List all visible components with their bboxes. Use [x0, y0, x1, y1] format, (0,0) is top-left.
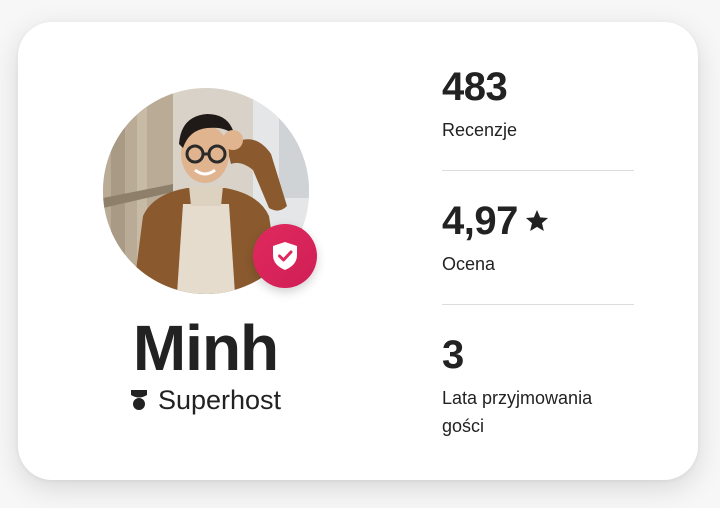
shield-check-icon	[271, 241, 299, 271]
years-value: 3	[442, 333, 464, 377]
verified-badge	[253, 224, 317, 288]
rating-label: Ocena	[442, 254, 496, 274]
superhost-icon	[130, 389, 148, 411]
host-name: Minh	[132, 312, 279, 384]
stat-years-hosting[interactable]: 3 Lata przyjmowania gości	[442, 332, 634, 440]
divider	[442, 170, 634, 171]
stat-rating[interactable]: 4,97 Ocena	[442, 198, 634, 278]
host-profile-card: Minh Superhost 483 Recenzje 4,97 Ocena 3…	[18, 22, 698, 480]
rating-row: 4,97	[442, 198, 634, 244]
host-identity: Minh Superhost	[18, 22, 398, 480]
rating-value: 4,97	[442, 199, 518, 243]
superhost-badge: Superhost	[18, 384, 393, 416]
star-icon	[524, 208, 550, 234]
reviews-count: 483	[442, 65, 508, 109]
avatar-container	[103, 88, 317, 294]
reviews-label: Recenzje	[442, 120, 518, 140]
divider	[442, 304, 634, 305]
superhost-label: Superhost	[157, 385, 282, 415]
host-stats: 483 Recenzje 4,97 Ocena 3 Lata przyjmowa…	[442, 22, 634, 480]
stat-reviews[interactable]: 483 Recenzje	[442, 64, 634, 144]
years-label: Lata przyjmowania gości	[442, 388, 593, 436]
